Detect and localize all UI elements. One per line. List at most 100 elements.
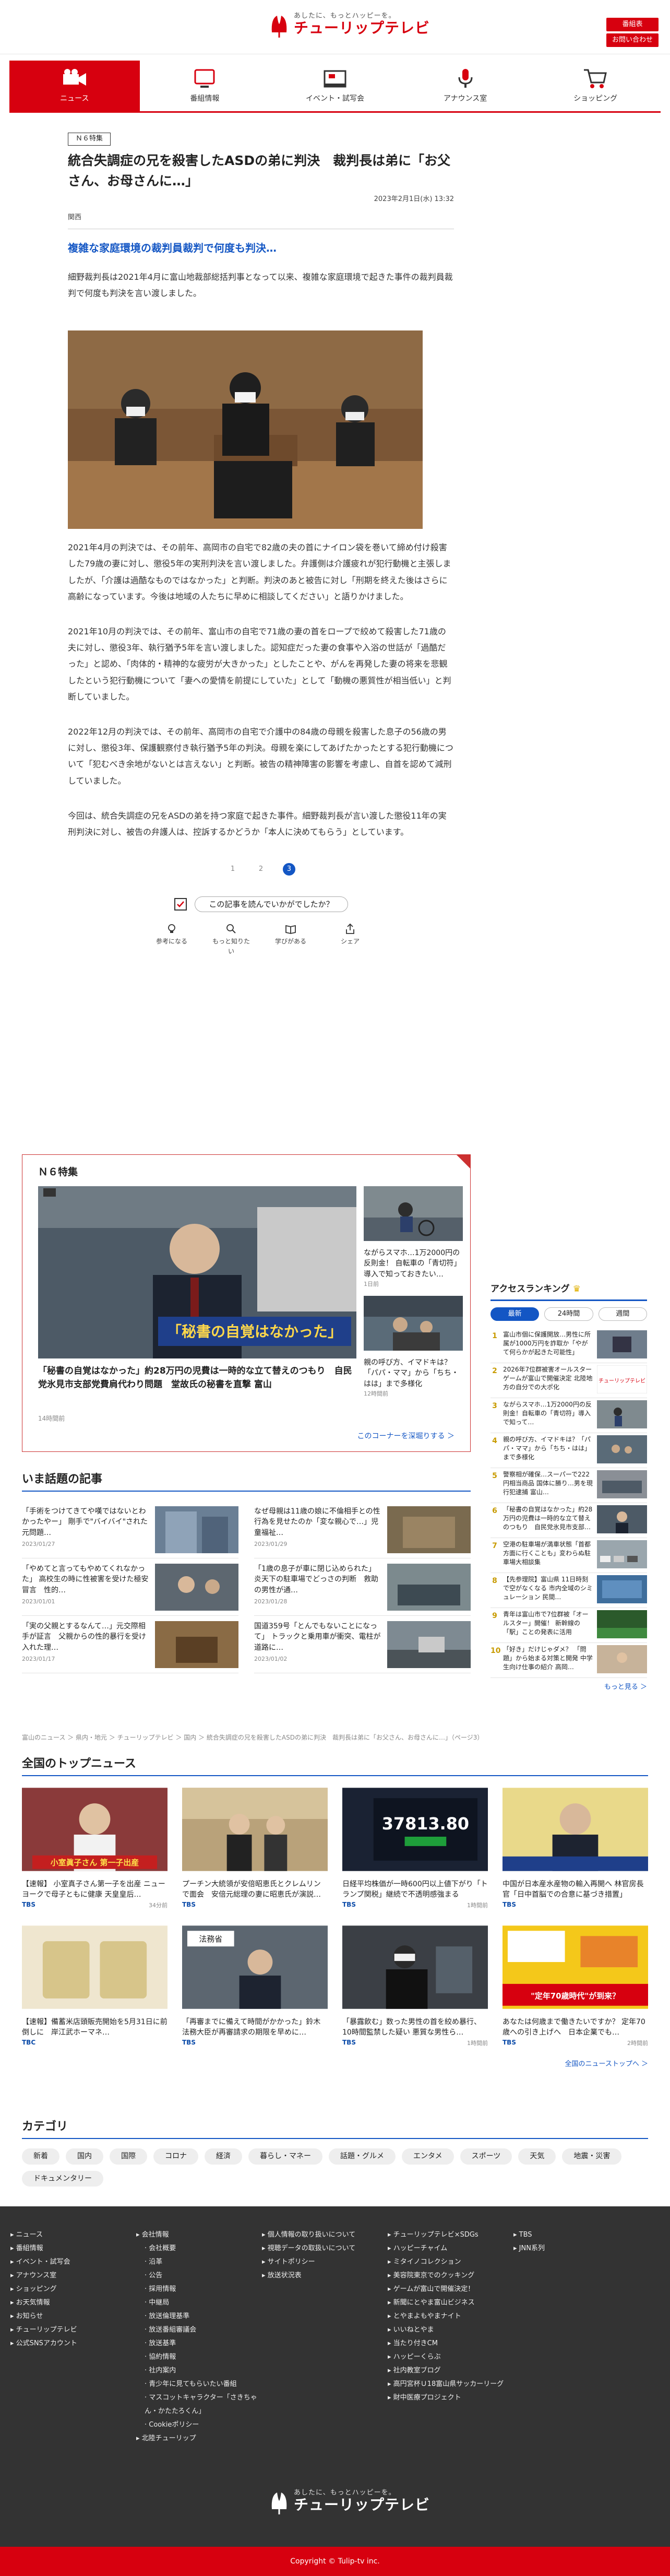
footer-link[interactable]: ▸ ゲームが富山で開催決定！ [388, 2283, 513, 2296]
footer-link[interactable]: · 社内案内 [136, 2364, 262, 2378]
footer-link[interactable]: · 採用情報 [136, 2283, 262, 2296]
ranking-item[interactable]: 10 「好き」だけじゃダメ？ 「問題」から始まる対策と開発 中学生向け仕事の紹介 … [490, 1643, 647, 1679]
footer-link[interactable]: ▸ 新聞にとやま富山ビジネス [388, 2296, 513, 2310]
nav-news[interactable]: ニュース [9, 61, 140, 111]
contact-button[interactable]: お問い合わせ [606, 33, 659, 47]
reaction-want-more-button[interactable]: もっと知りたい [210, 923, 252, 956]
footer-link[interactable]: · 沿革 [136, 2255, 262, 2269]
category-chip[interactable]: 話題・グルメ [329, 2148, 396, 2165]
footer-link[interactable]: · 放送番組審議会 [136, 2323, 262, 2337]
category-chip[interactable]: スポーツ [460, 2148, 512, 2165]
feature-side-item-1[interactable]: ながらスマホ…1万2000円の反則金！ 自転車の「青切符」導入で知っておきたい…… [364, 1186, 463, 1289]
page-link-2[interactable]: 2 [255, 863, 267, 876]
category-chip[interactable]: 地震・災害 [562, 2148, 622, 2165]
footer-link[interactable]: · マスコットキャラクター「さきちゃん・かたたろくん」 [136, 2391, 262, 2418]
footer-link[interactable]: · 放送倫理基準 [136, 2310, 262, 2323]
page-link-3[interactable]: 3 [283, 863, 295, 876]
news-card[interactable]: 法務省 「再審までに備えて時間がかかった」鈴木法務大臣が再審請求の期限を早めに…… [182, 1925, 328, 2048]
ranking-item[interactable]: 4 親の呼び方、イマドキは？「パパ・ママ」から「ちち・はは」まで多様化 [490, 1433, 647, 1469]
footer-link[interactable]: ▸ 会社情報 [136, 2228, 262, 2242]
list-item[interactable]: なぜ母親は11歳の娘に不倫相手との性行為を見せたのか「変な親心で…」児童福祉… 2… [254, 1501, 471, 1559]
category-chip[interactable]: コロナ [153, 2148, 198, 2165]
nav-events[interactable]: イベント・試写会 [270, 61, 400, 111]
share-button[interactable]: シェア [329, 923, 371, 956]
ranking-tab-24h[interactable]: 24時間 [544, 1307, 593, 1321]
footer-link[interactable]: · 放送基準 [136, 2337, 262, 2350]
page-link-1[interactable]: 1 [226, 863, 239, 876]
category-chip[interactable]: 天気 [518, 2148, 556, 2165]
category-chip[interactable]: 経済 [205, 2148, 242, 2165]
list-item[interactable]: 「1歳の息子が車に閉じ込められた」炎天下の駐車場でどっさの判断 救助の男性が通…… [254, 1558, 471, 1616]
footer-link[interactable]: ▸ 美容院東京でのクッキング [388, 2269, 513, 2283]
ranking-item[interactable]: 1 富山市個に保護開放…男性に所属が1000万円を詐取か「やがて何らかが起きた可能… [490, 1328, 647, 1364]
ranking-item[interactable]: 3 ながらスマホ…1万2000円の反則金！自転車の「青切符」導入で知って… [490, 1398, 647, 1434]
footer-link[interactable]: ▸ ニュース [10, 2228, 136, 2242]
footer-link[interactable]: ▸ ミタイノコレクション [388, 2255, 513, 2269]
ranking-item[interactable]: 6 「秘書の自覚はなかった」約28万円の児費は一時的な立て替えのつもり 自民党氷見… [490, 1503, 647, 1539]
footer-link[interactable]: ▸ TBS [513, 2228, 639, 2242]
footer-link[interactable]: ▸ いいねとやま [388, 2323, 513, 2337]
category-chip[interactable]: ドキュメンタリー [22, 2170, 103, 2187]
ranking-item[interactable]: 8 【先参理院】富山県 11日時刻で空がなくなる 市内全域のシミュレーション 民間… [490, 1573, 647, 1609]
footer-link[interactable]: ▸ 当たり付きCM [388, 2337, 513, 2350]
footer-link[interactable]: ▸ 北陸チューリップ [136, 2432, 262, 2445]
ranking-tab-latest[interactable]: 最新 [490, 1307, 540, 1321]
news-card[interactable]: 「暴露飲む」数った男性の首を絞め暴行、10時間監禁した疑い 悪質な男性ら… TB… [342, 1925, 488, 2048]
category-chip[interactable]: 国際 [110, 2148, 147, 2165]
footer-link[interactable]: · 協約情報 [136, 2350, 262, 2364]
ranking-item[interactable]: 7 空港の駐車場が満車状態「首都方面に行くことも」変わらぬ駐車場大相談集 [490, 1538, 647, 1574]
reaction-helpful-button[interactable]: 参考になる [151, 923, 193, 956]
footer-link[interactable]: ▸ 高円宮杯Ｕ18富山県サッカーリーグ [388, 2378, 513, 2391]
site-logo[interactable]: あしたに、もっとハッピーを。 チューリップテレビ [269, 11, 430, 38]
ranking-item[interactable]: 2 2026年7位群被害オールスターゲームが富山で開催決定 北陸地方の自分での大ポ… [490, 1363, 647, 1399]
category-chip[interactable]: 国内 [66, 2148, 103, 2165]
footer-link[interactable]: · Cookieポリシー [136, 2418, 262, 2432]
footer-link[interactable]: · 中継局 [136, 2296, 262, 2310]
footer-link[interactable]: ▸ JNN系列 [513, 2242, 639, 2255]
footer-link[interactable]: ▸ お知らせ [10, 2310, 136, 2323]
footer-link[interactable]: · 青少年に見てもらいたい番組 [136, 2378, 262, 2391]
feature-more-link[interactable]: このコーナーを深堀りする ＞ [357, 1431, 454, 1442]
news-card[interactable]: "定年70歳時代"が到来？ あなたは何歳まで働きたいですか？ 定年70歳への引き… [502, 1925, 648, 2048]
nav-programs[interactable]: 番組情報 [140, 61, 270, 111]
footer-logo[interactable]: あしたに、もっとハッピーを。 チューリップテレビ [269, 2488, 430, 2514]
footer-link[interactable]: ▸ 放送状況表 [262, 2269, 388, 2283]
news-card[interactable]: プーチン大統領が安倍昭恵氏とクレムリンで面会 安倍元総理の妻に昭恵氏が演説… T… [182, 1788, 328, 1910]
list-item[interactable]: 「手術をつけてきてや嘆ではないとわかったやー」 剛手で"バイバイ"された元問題…… [22, 1501, 238, 1559]
nav-shopping[interactable]: ショッピング [530, 61, 661, 111]
footer-link[interactable]: ▸ 視聴データの取扱いについて [262, 2242, 388, 2255]
list-item[interactable]: 国道359号「とんでもないことになって」 トラックと乗用車が衝突、電柱が道路に…… [254, 1616, 471, 1674]
ranking-tab-weekly[interactable]: 週間 [598, 1307, 647, 1321]
reaction-learned-button[interactable]: 学びがある [270, 923, 312, 956]
footer-link[interactable]: ▸ 公式SNSアカウント [10, 2337, 136, 2350]
list-item[interactable]: 「実の父親とするなんて…」元交際相手が証言 父親からの性的暴行を受け入れた理… 2… [22, 1616, 238, 1674]
nav-announcers[interactable]: アナウンス室 [400, 61, 531, 111]
footer-link[interactable]: ▸ チューリップテレビ [10, 2323, 136, 2337]
footer-link[interactable]: ▸ お天気情報 [10, 2296, 136, 2310]
footer-link[interactable]: ▸ チューリップテレビ×SDGs [388, 2228, 513, 2242]
news-card[interactable]: 37813.80 日経平均株価が一時600円以上値下がり「トランプ関税」継続で不… [342, 1788, 488, 1910]
ranking-item[interactable]: 5 警察相が確保…スーパーで222円相当商品 国体に勝り…男を現行犯逮捕 富山… [490, 1468, 647, 1504]
footer-link[interactable]: ▸ 社内教室ブログ [388, 2364, 513, 2378]
footer-link[interactable]: ▸ アナウンス室 [10, 2269, 136, 2283]
feature-main-image[interactable]: 「秘書の自覚はなかった」 [38, 1186, 356, 1358]
footer-link[interactable]: ▸ ハッピーチャイム [388, 2242, 513, 2255]
category-chip[interactable]: 暮らし・マネー [248, 2148, 322, 2165]
program-guide-button[interactable]: 番組表 [606, 18, 659, 31]
footer-link[interactable]: ▸ イベント・試写会 [10, 2255, 136, 2269]
footer-link[interactable]: ▸ 個人情報の取り扱いについて [262, 2228, 388, 2242]
footer-link[interactable]: ▸ ハッピーくらぶ [388, 2350, 513, 2364]
news-card[interactable]: 【速報】備蓄米店頭販売開始を5月31日に前倒しに 岸江武ホーマネ… TBC [22, 1925, 168, 2048]
footer-link[interactable]: ▸ サイトポリシー [262, 2255, 388, 2269]
footer-link[interactable]: ▸ 財中医療プロジェクト [388, 2391, 513, 2405]
footer-link[interactable]: ▸ ショッピング [10, 2283, 136, 2296]
list-item[interactable]: 「やめてと言ってもやめてくれなかった」 高校生の時に性被害を受けた極安 冒言 性… [22, 1558, 238, 1616]
category-chip[interactable]: 新着 [22, 2148, 59, 2165]
national-more-link[interactable]: 全国のニューストップへ ＞ [22, 2059, 648, 2070]
category-chip[interactable]: エンタメ [402, 2148, 454, 2165]
news-card[interactable]: 中国が日本産水産物の輸入再開へ 林官房長官「日中首脳での合意に基づき措置」 TB… [502, 1788, 648, 1910]
footer-link[interactable]: ▸ 番組情報 [10, 2242, 136, 2255]
footer-link[interactable]: ▸ とやまよもやまナイト [388, 2310, 513, 2323]
ranking-more-link[interactable]: もっと見る ＞ [490, 1682, 647, 1693]
feature-main-title[interactable]: 「秘書の自覚はなかった」約28万円の児費は一時的な立て替えのつもり 自民党氷見市… [38, 1365, 356, 1391]
